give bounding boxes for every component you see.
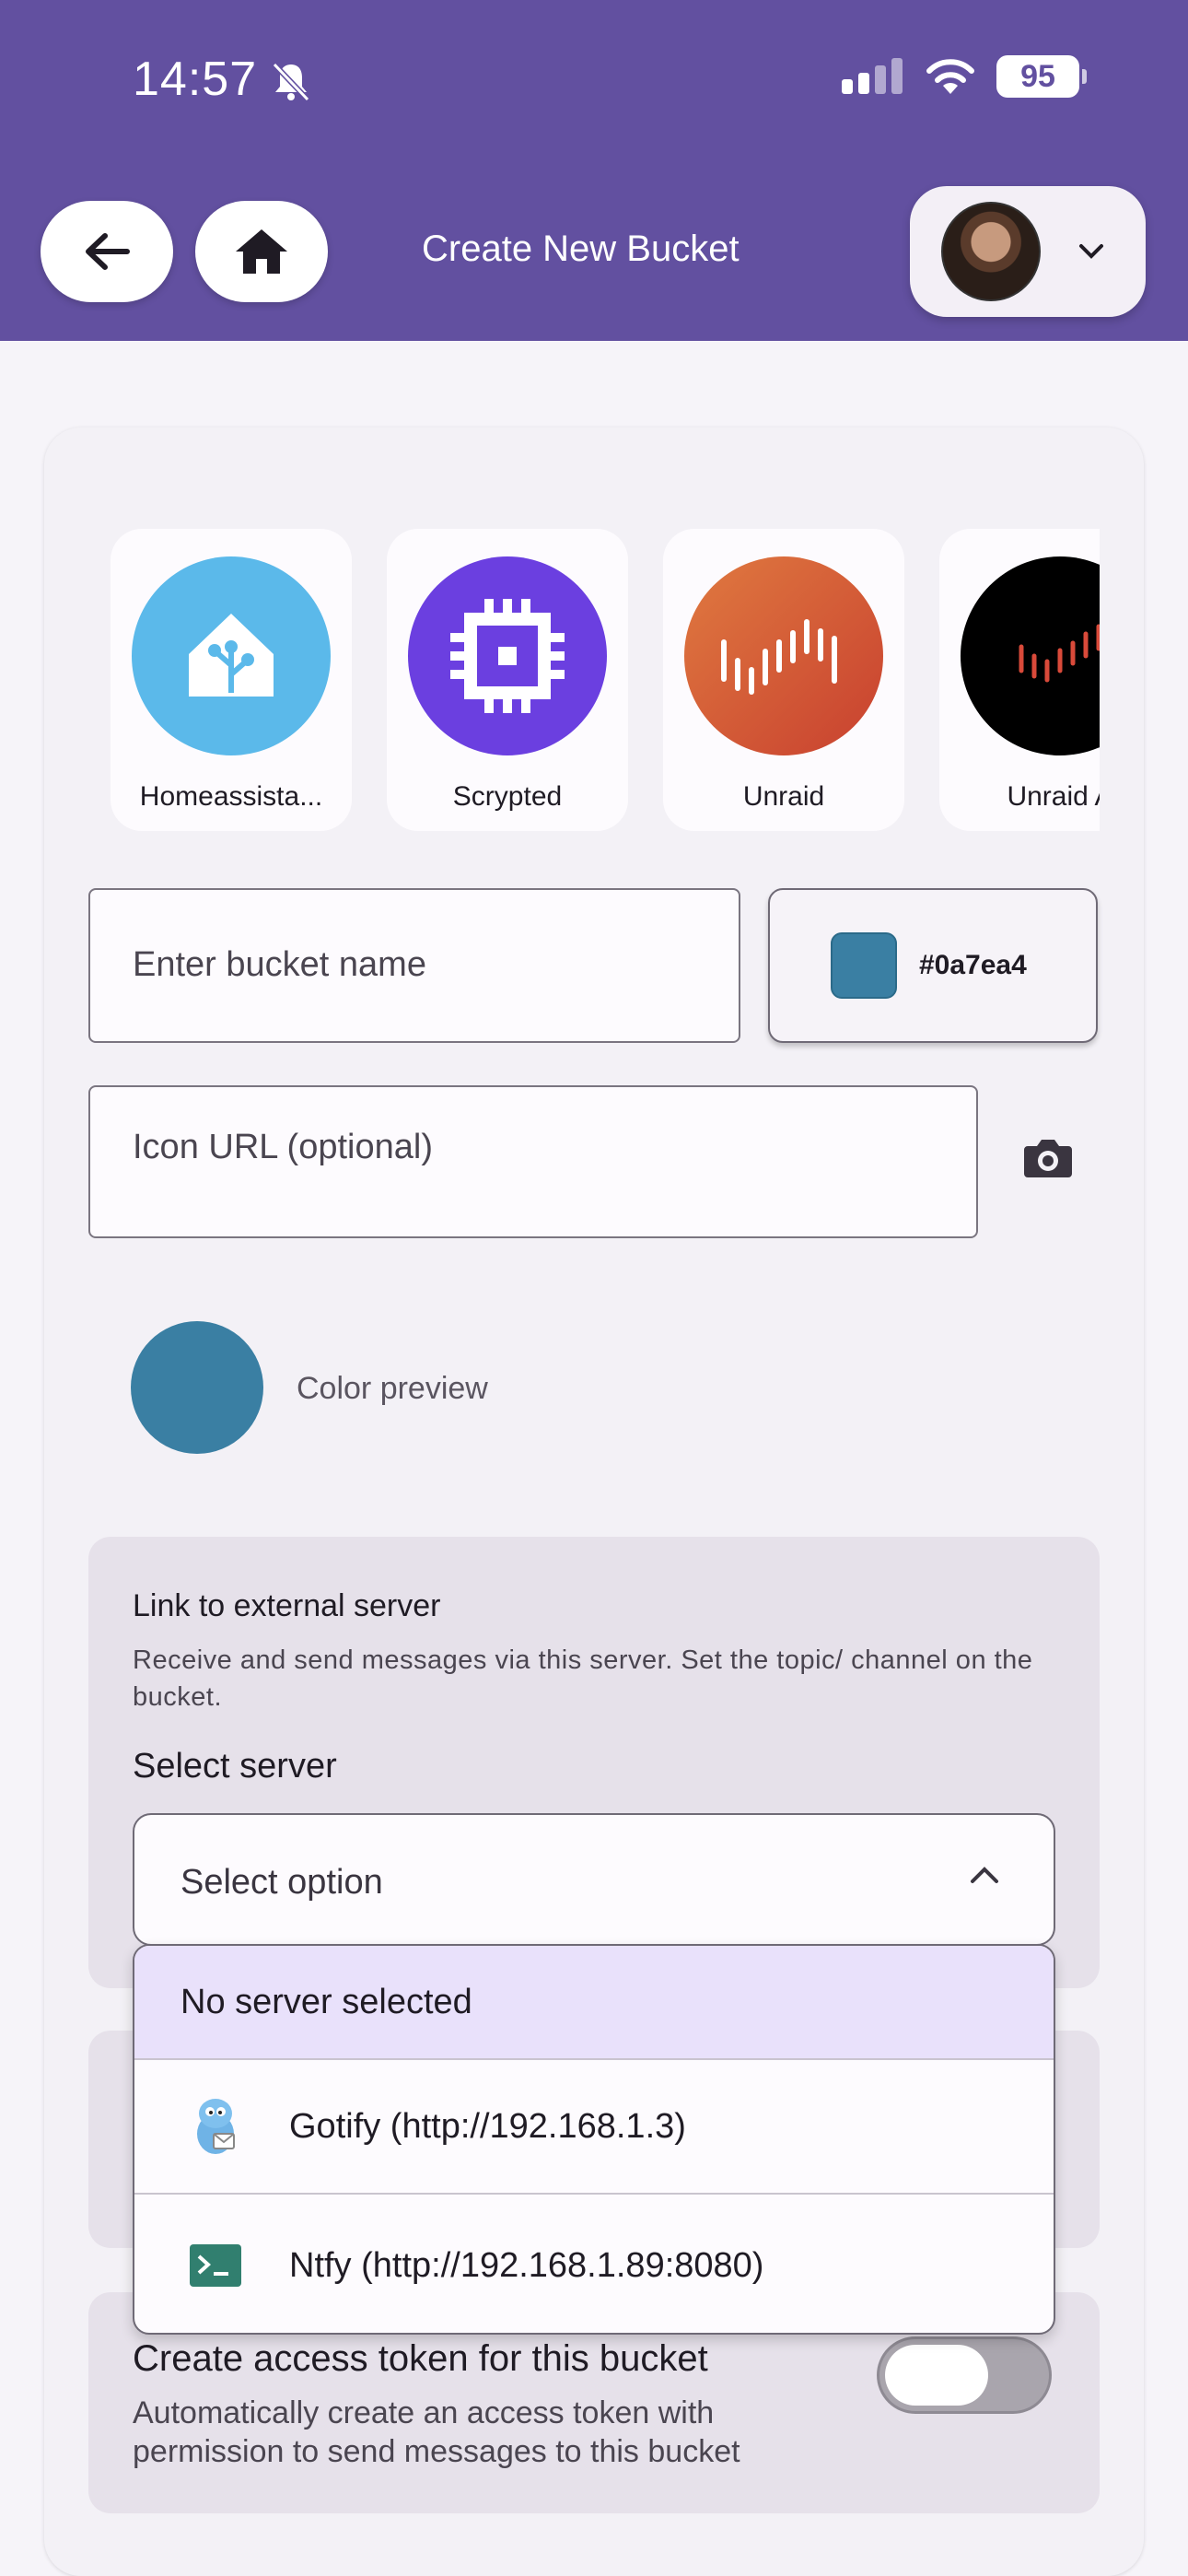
color-hex-value: #0a7ea4: [919, 950, 1027, 980]
status-icons: 95: [840, 55, 1087, 98]
color-picker-button[interactable]: #0a7ea4: [768, 888, 1098, 1043]
app-header: 14:57 95 Create New Bucket: [0, 0, 1188, 341]
option-label: No server selected: [181, 1982, 472, 2021]
icon-template-label: Homeassista...: [139, 781, 323, 812]
status-time: 14:57: [133, 53, 258, 106]
chevron-up-icon: [971, 1867, 998, 1883]
bucket-name-input[interactable]: Enter bucket name: [88, 888, 740, 1043]
home-button[interactable]: [195, 201, 328, 302]
bucket-name-placeholder: Enter bucket name: [133, 945, 426, 984]
camera-icon[interactable]: [1022, 1135, 1074, 1179]
icon-template-unraid-alt[interactable]: Unraid A: [939, 529, 1100, 831]
signal-icon: [842, 58, 903, 94]
terminal-icon: [182, 2232, 249, 2299]
wifi-icon: [926, 59, 974, 94]
server-select-value: Select option: [181, 1863, 383, 1902]
chevron-down-icon: [1079, 244, 1103, 259]
server-dropdown-menu: No server selected Gotify (http://192.16…: [133, 1944, 1055, 2335]
gotify-icon: [182, 2093, 249, 2160]
icon-template-scrypted[interactable]: Scrypted: [387, 529, 628, 831]
avatar: [941, 202, 1041, 301]
option-gotify[interactable]: Gotify (http://192.168.1.3): [134, 2060, 1054, 2195]
home-assistant-icon: [132, 556, 331, 755]
unraid-alt-icon: [961, 556, 1100, 755]
access-token-toggle[interactable]: [877, 2336, 1052, 2414]
icon-url-placeholder: Icon URL (optional): [133, 1128, 433, 1166]
access-token-description: Automatically create an access token wit…: [133, 2395, 740, 2469]
option-label: Gotify (http://192.168.1.3): [289, 2106, 686, 2146]
color-preview-circle: [131, 1321, 263, 1454]
option-label: Ntfy (http://192.168.1.89:8080): [289, 2245, 764, 2285]
section-description: Receive and send messages via this serve…: [133, 1645, 1033, 1712]
color-preview-label: Color preview: [297, 1371, 488, 1406]
icon-template-label: Unraid A: [1007, 781, 1100, 812]
arrow-left-icon: [86, 233, 130, 270]
icon-template-homeassistant[interactable]: Homeassista...: [111, 529, 352, 831]
unraid-icon: [684, 556, 883, 755]
battery-indicator: 95: [996, 55, 1087, 98]
back-button[interactable]: [41, 201, 173, 302]
user-menu-button[interactable]: [910, 186, 1146, 317]
select-server-label: Select server: [133, 1747, 337, 1786]
icon-url-input[interactable]: Icon URL (optional): [88, 1085, 978, 1238]
color-swatch: [831, 932, 897, 999]
icon-template-unraid[interactable]: Unraid: [663, 529, 904, 831]
access-token-title: Create access token for this bucket: [133, 2338, 708, 2379]
icon-template-label: Unraid: [742, 781, 825, 812]
toggle-knob: [885, 2345, 988, 2406]
server-select[interactable]: Select option: [133, 1813, 1055, 1946]
option-no-server[interactable]: No server selected: [134, 1946, 1054, 2060]
home-icon: [236, 229, 287, 274]
icon-template-label: Scrypted: [452, 781, 563, 812]
section-title: Link to external server: [133, 1588, 441, 1623]
muted-bell-icon: [272, 62, 310, 101]
page-title: Create New Bucket: [422, 228, 740, 269]
chip-icon: [408, 556, 607, 755]
option-ntfy[interactable]: Ntfy (http://192.168.1.89:8080): [134, 2196, 1054, 2333]
icon-template-list[interactable]: Homeassista... Scrypted Unraid Unraid: [111, 529, 1100, 833]
